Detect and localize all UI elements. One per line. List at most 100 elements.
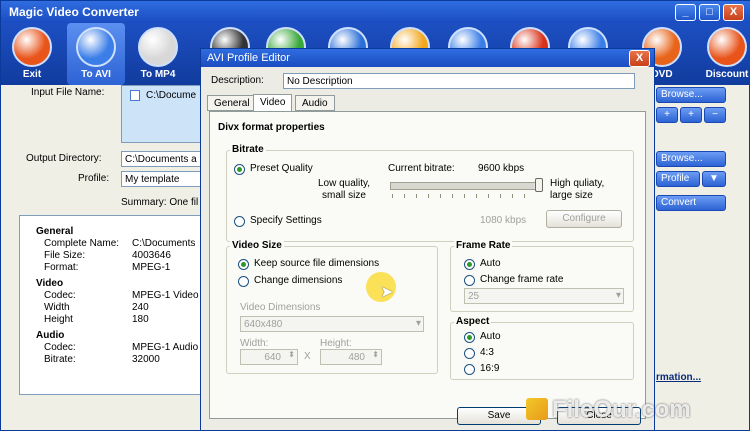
tab-general[interactable]: General: [207, 95, 257, 111]
frame-rate-auto-label: Auto: [480, 258, 501, 269]
profile-dropdown-button[interactable]: ▼: [702, 171, 726, 187]
description-field[interactable]: No Description: [283, 73, 635, 89]
convert-button[interactable]: Convert: [656, 195, 726, 211]
bitrate-key: Bitrate:: [44, 354, 76, 365]
complete-name-key: Complete Name:: [44, 238, 120, 249]
preset-quality-label: Preset Quality: [250, 163, 313, 174]
audio-codec-key: Codec:: [44, 342, 76, 353]
height-value: 480: [348, 352, 365, 363]
output-directory-label: Output Directory:: [26, 153, 102, 164]
input-file-list[interactable]: C:\Docume: [121, 85, 211, 143]
dialog-title-bar: AVI Profile Editor: [201, 49, 654, 67]
profile-button[interactable]: Profile: [656, 171, 700, 187]
fileour-logo-icon: [526, 398, 548, 420]
add-folder-button[interactable]: +: [680, 107, 702, 123]
dialog-close-button[interactable]: X: [629, 50, 650, 67]
video-dimensions-select[interactable]: 640x480 ▾: [240, 316, 424, 332]
minimize-button[interactable]: _: [675, 4, 696, 21]
power-icon: [12, 27, 52, 67]
spinner-arrows-icon: ⬍: [372, 350, 379, 359]
video-codec-key: Codec:: [44, 290, 76, 301]
toolbar-button-exit[interactable]: Exit: [3, 23, 61, 85]
width-spinner[interactable]: 640 ⬍: [240, 349, 298, 365]
file-size-key: File Size:: [44, 250, 86, 261]
media-info-panel: General Complete Name: C:\Documents File …: [19, 215, 209, 395]
output-directory-field[interactable]: C:\Documents a: [121, 151, 206, 167]
video-dimensions-label: Video Dimensions: [240, 302, 321, 313]
watermark: FileOur.com: [552, 396, 691, 423]
gift-box-icon: [707, 27, 747, 67]
height-spinner[interactable]: 480 ⬍: [320, 349, 382, 365]
quality-slider-thumb[interactable]: [535, 178, 544, 192]
tab-video[interactable]: Video: [253, 94, 293, 112]
spinner-arrows-icon: ⬍: [288, 350, 295, 359]
input-file-label: Input File Name:: [31, 87, 105, 98]
high-quality-label: High quliaty,: [550, 178, 605, 189]
tab-audio[interactable]: Audio: [295, 95, 335, 111]
keep-dimensions-radio[interactable]: [238, 259, 249, 270]
aspect-16-9-radio[interactable]: [464, 364, 475, 375]
aspect-auto-radio[interactable]: [464, 332, 475, 343]
toolbar-label: To AVI: [81, 69, 111, 80]
specify-settings-radio[interactable]: [234, 216, 245, 227]
change-frame-rate-radio[interactable]: [464, 275, 475, 286]
video-dimensions-value: 640x480: [244, 319, 283, 330]
mouse-cursor-icon: ➤: [380, 284, 394, 301]
toolbar-button-to-avi[interactable]: To AVI: [67, 23, 125, 85]
browse-output-button[interactable]: Browse...: [656, 151, 726, 167]
configure-button[interactable]: Configure: [546, 210, 622, 228]
file-size-value: 4003646: [132, 250, 171, 261]
app-title: Magic Video Converter: [9, 5, 139, 19]
dimension-x-label: X: [304, 351, 311, 362]
file-icon: [130, 90, 140, 101]
aspect-4-3-label: 4:3: [480, 347, 494, 358]
ipod-icon: [138, 27, 178, 67]
preset-quality-radio[interactable]: [234, 164, 245, 175]
input-file-item[interactable]: C:\Docume: [146, 90, 196, 101]
frame-rate-value: 25: [468, 291, 480, 302]
maximize-button[interactable]: □: [699, 4, 720, 21]
aspect-title: Aspect: [454, 316, 492, 327]
profile-label: Profile:: [78, 173, 110, 184]
avi-profile-editor-dialog: AVI Profile Editor X Description: No Des…: [200, 48, 655, 431]
aspect-16-9-label: 16:9: [480, 363, 500, 374]
aspect-4-3-radio[interactable]: [464, 348, 475, 359]
video-heading: Video: [36, 278, 64, 289]
add-file-button[interactable]: +: [656, 107, 678, 123]
width-value: 240: [132, 302, 149, 313]
specify-kbps-value: 1080 kbps: [480, 215, 527, 226]
format-key: Format:: [44, 262, 79, 273]
video-codec-value: MPEG-1 Video: [132, 290, 199, 301]
quality-slider-fill: [391, 183, 535, 189]
audio-heading: Audio: [36, 330, 65, 341]
video-size-title: Video Size: [230, 240, 284, 251]
toolbar-button-to-mp4[interactable]: To MP4: [129, 23, 187, 85]
height-value: 180: [132, 314, 149, 325]
toolbar-label: To MP4: [140, 69, 176, 80]
frame-rate-auto-radio[interactable]: [464, 259, 475, 270]
quality-slider-track[interactable]: [390, 182, 538, 190]
width-key: Width: [44, 302, 70, 313]
dialog-title: AVI Profile Editor: [207, 52, 290, 64]
section-title: Divx format properties: [218, 122, 325, 133]
toolbar-label: Exit: [22, 69, 42, 80]
chevron-down-icon: ▾: [415, 318, 421, 329]
close-button[interactable]: X: [723, 4, 744, 21]
more-information-link[interactable]: rmation...: [656, 372, 701, 383]
profile-field[interactable]: My template: [121, 171, 206, 187]
toolbar-button-discount[interactable]: Discount: [701, 23, 750, 85]
summary-label: Summary: One fil: [121, 197, 199, 208]
bitrate-value: 32000: [132, 354, 160, 365]
play-icon: [76, 27, 116, 67]
large-size-label: large size: [550, 190, 593, 201]
change-dimensions-radio[interactable]: [238, 276, 249, 287]
aspect-group: [450, 322, 634, 380]
browse-input-button[interactable]: Browse...: [656, 87, 726, 103]
current-bitrate-value: 9600 kbps: [478, 163, 525, 174]
bitrate-title: Bitrate: [230, 144, 266, 155]
remove-file-button[interactable]: −: [704, 107, 726, 123]
frame-rate-select[interactable]: 25 ▾: [464, 288, 624, 304]
width-label: Width:: [240, 338, 269, 349]
audio-codec-value: MPEG-1 Audio: [132, 342, 199, 353]
keep-dimensions-label: Keep source file dimensions: [254, 258, 380, 269]
